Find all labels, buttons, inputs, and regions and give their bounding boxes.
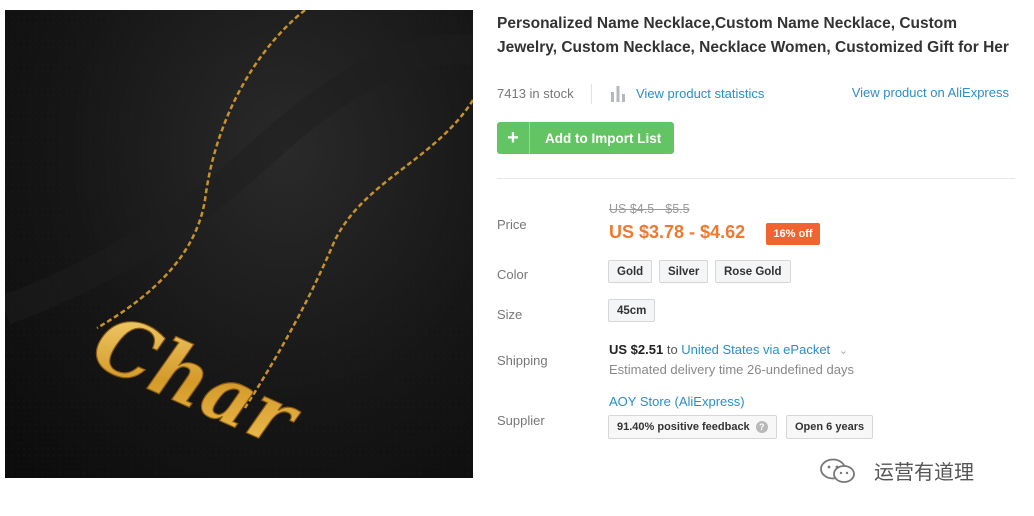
chevron-down-icon[interactable]: ⌄ (839, 344, 848, 357)
original-price: US $4.5 - $5.5 (609, 202, 690, 216)
wechat-icon (820, 458, 855, 483)
add-to-import-list-label: Add to Import List (545, 130, 662, 146)
price-label: Price (497, 217, 527, 232)
view-statistics-link[interactable]: View product statistics (636, 86, 764, 101)
shipping-to-text: to (666, 342, 678, 357)
product-image: Char (5, 10, 473, 478)
size-option-45cm[interactable]: 45cm (608, 299, 656, 322)
color-option-rose-gold[interactable]: Rose Gold (715, 260, 791, 283)
shipping-price: US $2.51 (609, 342, 664, 357)
stock-count: 7413 in stock (497, 86, 574, 101)
delivery-estimate: Estimated delivery time 26-undefined day… (609, 362, 854, 377)
help-icon[interactable]: ? (755, 421, 768, 433)
shipping-label: Shipping (497, 353, 548, 368)
bar-chart-icon[interactable] (610, 84, 626, 102)
product-title: Personalized Name Necklace,Custom Name N… (497, 15, 1009, 56)
shipping-destination-link[interactable]: United States via ePacket (681, 342, 830, 357)
current-price: US $3.78 - $4.62 (609, 222, 746, 242)
section-divider (497, 178, 1015, 179)
shipping-info: US $2.51 to United States via ePacket ⌄ (609, 342, 848, 357)
plus-icon: + (497, 122, 530, 154)
size-label: Size (497, 307, 523, 322)
watermark-text: 运营有道理 (874, 460, 974, 484)
color-option-silver[interactable]: Silver (659, 260, 709, 283)
product-meta: 7413 in stock View product statistics Vi… (497, 84, 1009, 104)
positive-feedback-badge: 91.40% positive feedback ? (608, 415, 777, 439)
supplier-label: Supplier (497, 413, 545, 428)
view-on-aliexpress-link[interactable]: View product on AliExpress (852, 85, 1009, 100)
necklace-illustration: Char (5, 10, 473, 478)
color-option-gold[interactable]: Gold (608, 260, 653, 283)
color-label: Color (497, 267, 529, 282)
positive-feedback-text: 91.40% positive feedback (617, 421, 750, 433)
discount-badge: 16% off (766, 223, 820, 245)
meta-divider (591, 84, 592, 104)
watermark: 运营有道理 (818, 456, 974, 485)
add-to-import-list-button[interactable]: + Add to Import List (497, 122, 674, 154)
supplier-store-link[interactable]: AOY Store (AliExpress) (609, 394, 745, 409)
store-age-badge: Open 6 years (786, 415, 874, 439)
